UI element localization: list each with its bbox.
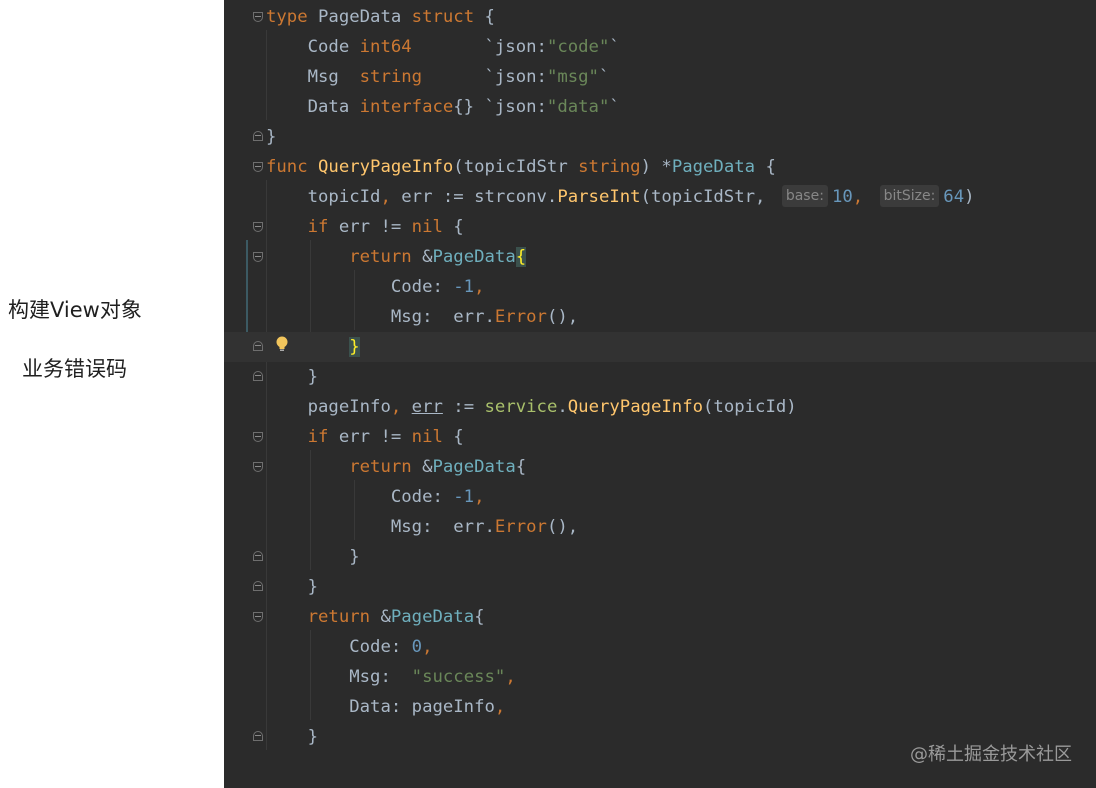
code-line: type PageData struct { (266, 7, 495, 27)
code-line: Code: -1, (266, 487, 485, 507)
fold-toggle-icon[interactable] (253, 612, 263, 622)
code-line: } (266, 127, 277, 147)
code-line: pageInfo, err := service.QueryPageInfo(t… (266, 397, 797, 417)
code-line-current: } (224, 332, 1096, 362)
code-line: Data: pageInfo, (266, 697, 506, 717)
code-line: Code: -1, (266, 277, 485, 297)
code-editor[interactable]: type PageData struct { Code int64 `json:… (224, 0, 1096, 788)
fold-toggle-icon[interactable] (253, 731, 263, 741)
fold-toggle-icon[interactable] (253, 252, 263, 262)
code-line: Msg: err.Error(), (266, 517, 579, 537)
parameter-hint-base: base: (781, 185, 828, 207)
code-line: if err != nil { (307, 217, 464, 237)
code-line: Msg string `json:"msg"` (266, 67, 610, 87)
code-line: Msg: "success", (266, 667, 516, 687)
watermark: @稀土掘金技术社区 (910, 744, 1072, 765)
code-line: Code: 0, (266, 637, 433, 657)
fold-toggle-icon[interactable] (253, 581, 263, 591)
code-line: return &PageData{ (349, 457, 527, 477)
code-line: return &PageData{ (349, 247, 527, 267)
lightbulb-icon[interactable] (276, 336, 288, 352)
fold-toggle-icon[interactable] (253, 432, 263, 442)
fold-toggle-icon[interactable] (253, 12, 263, 22)
annotation-business-error-code: 业务错误码 (22, 357, 127, 381)
fold-toggle-icon[interactable] (253, 551, 263, 561)
fold-toggle-icon[interactable] (253, 162, 263, 172)
parameter-hint-bitsize: bitSize: (879, 185, 940, 207)
code-line: return &PageData{ (307, 607, 485, 627)
annotation-panel: 构建View对象 业务错误码 (0, 0, 224, 788)
fold-toggle-icon[interactable] (253, 341, 263, 351)
code-line: func QueryPageInfo(topicIdStr string) *P… (266, 157, 776, 177)
code-line: Msg: err.Error(), (266, 307, 579, 327)
code-line: Data interface{} `json:"data"` (266, 97, 620, 117)
fold-toggle-icon[interactable] (253, 131, 263, 141)
code-line: } (266, 547, 360, 567)
code-line: } (266, 367, 319, 387)
fold-toggle-icon[interactable] (253, 371, 263, 381)
annotation-build-view-object: 构建View对象 (8, 298, 142, 322)
fold-toggle-icon[interactable] (253, 462, 263, 472)
code-line: Code int64 `json:"code"` (266, 37, 620, 57)
fold-toggle-icon[interactable] (253, 222, 263, 232)
code-line: if err != nil { (307, 427, 464, 447)
code-line: } (266, 577, 319, 597)
code-line: topicId, err := strconv.ParseInt(topicId… (266, 185, 975, 207)
